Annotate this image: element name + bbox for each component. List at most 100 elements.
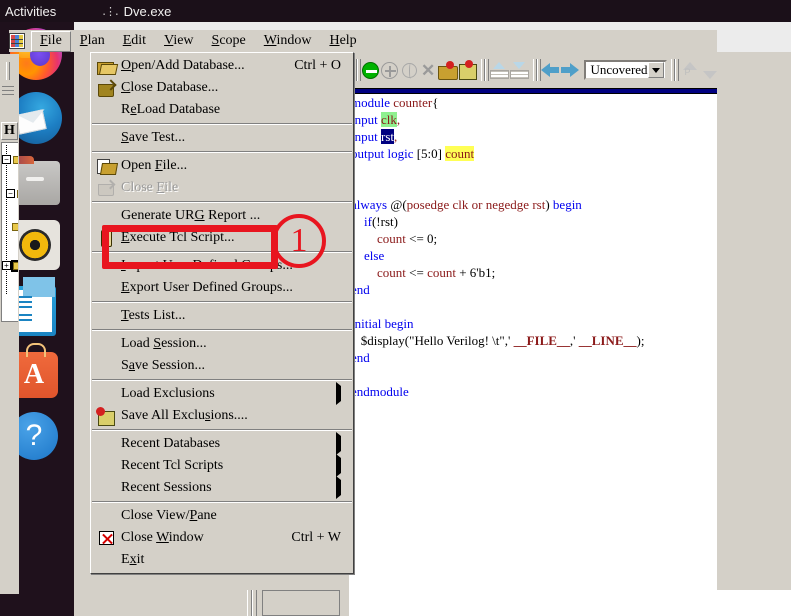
menu-item-execute-tcl-script[interactable]: Execute Tcl Script... [91, 227, 353, 249]
menu-item-close-database[interactable]: Close Database... [91, 77, 353, 99]
menu-separator [92, 151, 352, 153]
menu-item-close-window[interactable]: Close Window Ctrl + W [91, 527, 353, 549]
menu-item-save-all-exclusions[interactable]: Save All Exclusions.... [91, 405, 353, 427]
menu-window[interactable]: Window [255, 31, 321, 52]
code-token: rst [532, 197, 546, 212]
code-token: __LINE__ [578, 333, 637, 348]
menu-scope[interactable]: Scope [203, 31, 255, 52]
code-token: , [393, 129, 398, 144]
lower-button[interactable] [509, 58, 530, 82]
tree-node[interactable]: − [6, 189, 18, 198]
source-code-editor[interactable]: module counter{input clk, input rst, outpu… [349, 94, 717, 594]
close-window-icon [91, 528, 121, 548]
code-token: [5:0] [416, 146, 446, 161]
tree-guide-line [6, 145, 7, 295]
tree-node[interactable]: − [2, 155, 18, 164]
menu-item-load-exclusions[interactable]: Load Exclusions [91, 382, 353, 405]
menu-item-icon-slot [91, 550, 121, 570]
chevron-right-icon [336, 382, 341, 405]
menu-file[interactable]: File [31, 30, 71, 52]
menu-item-icon-slot [91, 334, 121, 354]
toolbar-separator [670, 59, 680, 81]
menu-plan[interactable]: Plan [71, 31, 114, 52]
menu-edit[interactable]: Edit [114, 31, 155, 52]
back-button[interactable] [541, 58, 560, 82]
menu-separator [92, 123, 352, 125]
tree-node[interactable] [10, 223, 18, 231]
delete-button[interactable]: ✕ [419, 58, 438, 82]
folder-open-red-icon [437, 60, 458, 80]
menu-item-open-file[interactable]: Open File... [91, 155, 353, 177]
menu-item-reload-database[interactable]: ReLoad Database [91, 99, 353, 121]
menu-item-label: Load Session... [121, 336, 207, 351]
minus-circle-green-icon [362, 61, 380, 79]
menu-item-open-add-database[interactable]: Open/Add Database... Ctrl + O [91, 55, 353, 77]
coverage-filter-select[interactable]: Uncovered [583, 60, 667, 80]
file-open-icon [97, 158, 115, 174]
save-red-icon [96, 406, 115, 426]
add-button[interactable] [380, 58, 399, 82]
code-token: { [432, 95, 439, 110]
code-token: posedge [406, 197, 453, 212]
app-icon [9, 33, 25, 49]
menu-bar: File Plan Edit View Scope Window Help [9, 30, 717, 52]
globe-button[interactable] [399, 58, 418, 82]
file-menu-dropdown[interactable]: Open/Add Database... Ctrl + O Close Databa… [90, 52, 354, 574]
menu-view[interactable]: View [155, 31, 203, 52]
menu-item-import-user-defined-groups[interactable]: Import User Defined Groups... [91, 255, 353, 277]
code-token: count [377, 231, 406, 246]
save-button[interactable] [458, 58, 477, 82]
forward-button[interactable] [560, 58, 580, 82]
code-token: count [445, 146, 475, 161]
active-app-indicator[interactable]: ․⋮․ Dve.exe [102, 4, 171, 19]
hierarchy-column-header[interactable]: H [1, 122, 18, 140]
menu-separator [92, 429, 352, 431]
menu-item-tests-list[interactable]: Tests List... [91, 305, 353, 327]
tree-expander-icon[interactable]: − [2, 155, 11, 164]
menu-help[interactable]: Help [320, 31, 365, 52]
menu-item-label: Close File [121, 180, 179, 195]
pane-drag-handle[interactable] [6, 62, 10, 80]
file-open-icon [91, 156, 121, 176]
code-token: <= [405, 265, 428, 280]
menu-item-load-session[interactable]: Load Session... [91, 333, 353, 355]
code-token: ); [636, 333, 645, 348]
close-window-icon [98, 531, 114, 545]
chevron-down-icon[interactable] [647, 62, 664, 78]
menu-item-close-view-pane[interactable]: Close View/Pane [91, 505, 353, 527]
menu-item-recent-databases[interactable]: Recent Databases [91, 432, 353, 455]
folder-open-icon [91, 56, 121, 76]
arrow-right-icon [560, 63, 580, 77]
next-page-button[interactable] [698, 58, 717, 82]
menu-item-recent-sessions[interactable]: Recent Sessions [91, 476, 353, 499]
open-database-button[interactable] [437, 58, 458, 82]
code-token: , [396, 112, 401, 127]
code-token: endmodule [351, 384, 409, 399]
raise-button[interactable] [489, 58, 510, 82]
code-token: __FILE__ [513, 333, 570, 348]
hierarchy-tree[interactable]: − − + [1, 142, 18, 322]
tree-expander-icon[interactable]: − [6, 189, 15, 198]
menu-item-generate-urg-report[interactable]: Generate URG Report ... [91, 205, 353, 227]
menu-item-save-session[interactable]: Save Session... [91, 355, 353, 377]
tree-node[interactable]: + [2, 259, 18, 272]
menu-item-label: Close Window [121, 530, 204, 545]
globe-icon [401, 62, 417, 79]
menu-item-exit[interactable]: Exit [91, 549, 353, 571]
bottom-pane-handle[interactable] [243, 590, 259, 616]
menu-item-export-user-defined-groups[interactable]: Export User Defined Groups... [91, 277, 353, 299]
remove-button[interactable] [361, 58, 380, 82]
menu-item-save-test[interactable]: Save Test... [91, 127, 353, 149]
menu-item-recent-tcl-scripts[interactable]: Recent Tcl Scripts [91, 454, 353, 477]
floppy-save-red-icon [458, 60, 477, 80]
menu-item-icon-slot [91, 278, 121, 298]
tree-expander-icon[interactable]: + [2, 261, 11, 270]
pane-toolstrip[interactable] [2, 60, 16, 104]
menu-separator [92, 301, 352, 303]
prev-page-button[interactable] [679, 58, 698, 82]
close-x-icon: ✕ [420, 60, 436, 80]
activities-button[interactable]: Activities [5, 4, 56, 19]
chevron-right-icon [336, 454, 341, 477]
